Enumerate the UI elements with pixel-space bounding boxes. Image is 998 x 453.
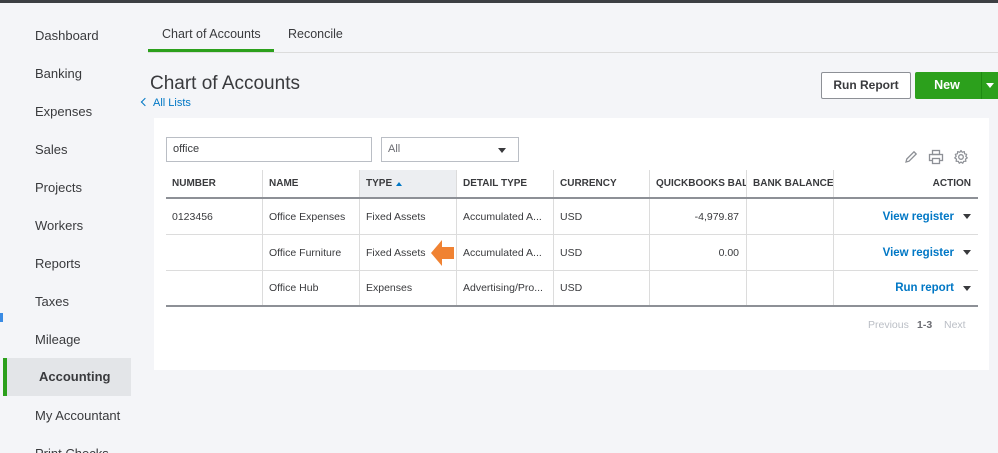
sidebar-item-projects[interactable]: Projects xyxy=(0,169,131,207)
column-header-currency[interactable]: CURRENCY xyxy=(553,170,649,197)
cell-action: View register xyxy=(833,235,978,270)
column-header-detail-type[interactable]: DETAIL TYPE xyxy=(456,170,553,197)
sidebar-item-workers[interactable]: Workers xyxy=(0,207,131,245)
cell-action: Run report xyxy=(833,271,978,305)
sidebar-item-print-checks[interactable]: Print Checks xyxy=(0,435,131,453)
cell-bank-balance xyxy=(746,235,833,270)
column-header-bank-balance[interactable]: BANK BALANCE xyxy=(746,170,833,197)
sidebar-item-banking[interactable]: Banking xyxy=(0,55,131,93)
cell-detail-type: Accumulated A... xyxy=(456,199,553,234)
cell-action: View register xyxy=(833,199,978,234)
cell-bank-balance xyxy=(746,271,833,305)
page-title: Chart of Accounts xyxy=(150,73,300,94)
annotation-arrow-icon xyxy=(431,240,454,266)
caret-down-icon[interactable] xyxy=(986,83,994,88)
new-button-label: New xyxy=(934,78,960,92)
run-report-link[interactable]: Run report xyxy=(895,282,954,294)
cell-name: Office Furniture xyxy=(262,235,359,270)
sidebar-item-mileage[interactable]: Mileage xyxy=(0,321,131,359)
caret-down-icon[interactable] xyxy=(963,285,971,291)
all-lists-link[interactable]: All Lists xyxy=(140,97,191,109)
cell-quickbooks-balance xyxy=(649,271,746,305)
all-lists-label: All Lists xyxy=(153,97,191,109)
new-button[interactable]: New xyxy=(915,72,998,99)
caret-down-icon[interactable] xyxy=(963,214,971,219)
tab-bar: Chart of Accounts Reconcile xyxy=(148,3,998,53)
tab-reconcile[interactable]: Reconcile xyxy=(288,27,343,41)
accounts-panel: office All NUMBER NAME TYPE DETAIL TYPE … xyxy=(154,118,989,370)
column-header-action: ACTION xyxy=(833,170,978,197)
search-input[interactable]: office xyxy=(166,137,372,162)
cell-currency: USD xyxy=(553,235,649,270)
cell-name: Office Expenses xyxy=(262,199,359,234)
cell-bank-balance xyxy=(746,199,833,234)
column-header-number[interactable]: NUMBER xyxy=(166,170,262,197)
sidebar-item-sales[interactable]: Sales xyxy=(0,131,131,169)
cell-type: Expenses xyxy=(359,271,456,305)
chevron-left-icon xyxy=(140,97,150,107)
cell-number xyxy=(166,271,262,305)
table-row[interactable]: Office Furniture Fixed Assets Accumulate… xyxy=(166,235,978,271)
sidebar-item-dashboard[interactable]: Dashboard xyxy=(0,17,131,55)
view-register-link[interactable]: View register xyxy=(883,247,954,259)
cell-number: 0123456 xyxy=(172,210,213,223)
cell-type: Fixed Assets xyxy=(359,199,456,234)
table-header-row: NUMBER NAME TYPE DETAIL TYPE CURRENCY QU… xyxy=(166,170,978,199)
tab-chart-of-accounts[interactable]: Chart of Accounts xyxy=(162,27,261,41)
type-filter-value: All xyxy=(388,143,401,155)
run-report-button[interactable]: Run Report xyxy=(821,72,911,99)
column-header-type[interactable]: TYPE xyxy=(359,170,456,197)
print-icon[interactable] xyxy=(928,149,944,165)
active-tab-indicator xyxy=(148,49,274,52)
column-header-type-label: TYPE xyxy=(366,178,393,189)
table-row[interactable]: 0123456 Office Expenses Fixed Assets Acc… xyxy=(166,199,978,235)
caret-down-icon xyxy=(498,148,506,153)
cell-currency: USD xyxy=(553,271,649,305)
sidebar: Dashboard Banking Expenses Sales Project… xyxy=(0,3,131,453)
sort-ascending-icon xyxy=(396,181,403,186)
sidebar-item-expenses[interactable]: Expenses xyxy=(0,93,131,131)
cell-quickbooks-balance: -4,979.87 xyxy=(649,199,746,234)
pencil-icon[interactable] xyxy=(903,149,919,165)
gear-icon[interactable] xyxy=(953,149,969,165)
sidebar-item-my-accountant[interactable]: My Accountant xyxy=(0,397,131,435)
cell-detail-type: Advertising/Pro... xyxy=(456,271,553,305)
caret-down-icon[interactable] xyxy=(963,250,971,255)
cell-detail-type: Accumulated A... xyxy=(456,235,553,270)
cell-currency: USD xyxy=(553,199,649,234)
table-row[interactable]: Office Hub Expenses Advertising/Pro... U… xyxy=(166,271,978,307)
column-header-name[interactable]: NAME xyxy=(262,170,359,197)
sidebar-item-taxes[interactable]: Taxes xyxy=(0,283,131,321)
new-button-divider xyxy=(981,72,982,99)
pagination-previous[interactable]: Previous xyxy=(868,319,909,331)
column-header-quickbooks-balance[interactable]: QUICKBOOKS BALA xyxy=(649,170,746,197)
sidebar-item-accounting[interactable]: Accounting xyxy=(3,358,131,396)
type-filter-select[interactable]: All xyxy=(381,137,519,162)
cell-number xyxy=(166,235,262,270)
view-register-link[interactable]: View register xyxy=(883,211,954,223)
sidebar-item-reports[interactable]: Reports xyxy=(0,245,131,283)
pagination-range: 1-3 xyxy=(917,319,933,331)
pagination-next[interactable]: Next xyxy=(944,319,966,331)
cell-quickbooks-balance: 0.00 xyxy=(649,235,746,270)
cell-name: Office Hub xyxy=(262,271,359,305)
